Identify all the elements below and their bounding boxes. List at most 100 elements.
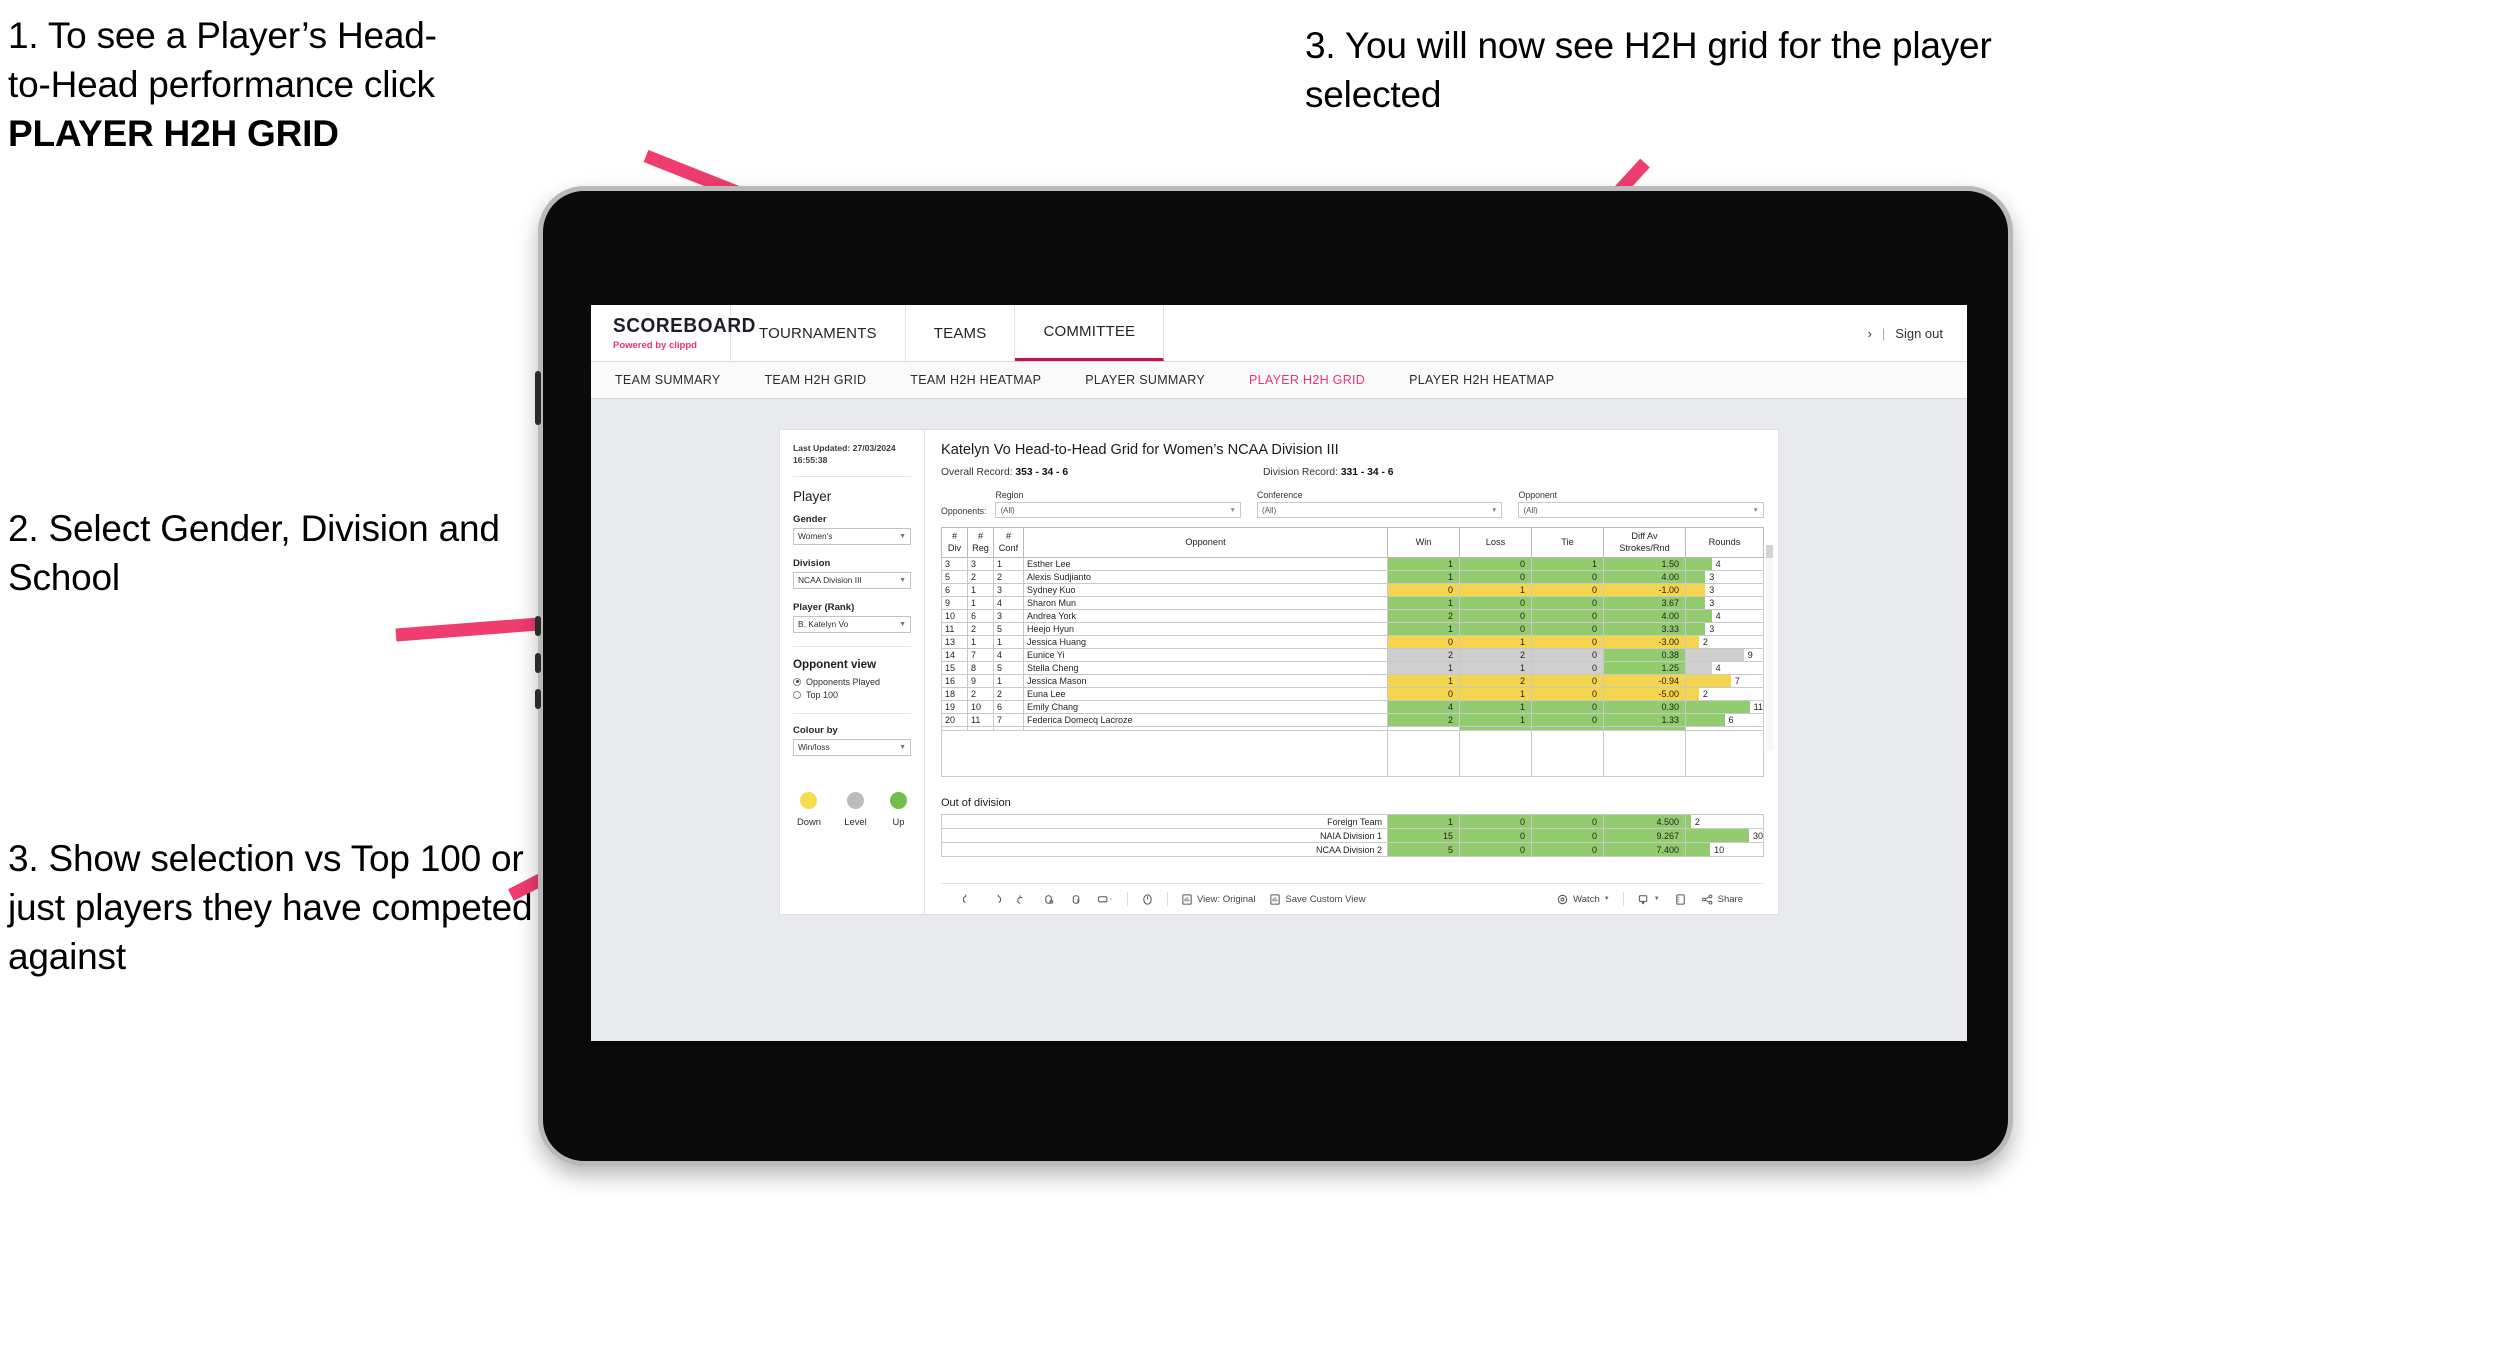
logo-brand-clippd: clippd [668, 340, 697, 351]
subnav-item-player-summary[interactable]: PLAYER SUMMARY [1085, 373, 1205, 387]
rounds-bar: 10 [1686, 843, 1763, 856]
out-of-division-body: Foreign Team 1 0 0 4.500 2 NAIA Division 1 15 0 0… [941, 814, 1764, 857]
cell-reg: 2 [967, 570, 994, 584]
table-row[interactable]: 20 11 7 Federica Domecq Lacroze 2 1 0 1.33 6 [941, 713, 1764, 727]
blank-diff [1603, 730, 1686, 777]
app-logo[interactable]: SCOREBOARD Powered by clippd [591, 305, 755, 361]
revert-icon[interactable] [1009, 893, 1036, 906]
watch-button[interactable]: Watch ▼ [1549, 893, 1617, 906]
column-header-diff-av-strokes-rnd[interactable]: Diff Av Strokes/Rnd [1603, 527, 1686, 558]
cell-div: 9 [941, 596, 968, 610]
save-custom-view-button[interactable]: Save Custom View [1262, 893, 1372, 906]
radio-opponents-played[interactable]: Opponents Played [793, 677, 911, 687]
cell-loss: 0 [1459, 814, 1532, 829]
cell-diff: 4.500 [1603, 814, 1686, 829]
cell-reg: 1 [967, 583, 994, 597]
column-header-conf[interactable]: # Conf [993, 527, 1024, 558]
table-row[interactable]: 19 10 6 Emily Chang 4 1 0 0.30 11 [941, 700, 1764, 714]
annotation-step-3: 3. Show selection vs Top 100 or just pla… [8, 838, 533, 977]
table-row[interactable]: 16 9 1 Jessica Mason 1 2 0 -0.94 7 [941, 674, 1764, 688]
out-of-division-title: Out of division [941, 797, 1011, 809]
subnav-item-team-h2h-heatmap[interactable]: TEAM H2H HEATMAP [910, 373, 1041, 387]
cell-loss: 0 [1459, 570, 1532, 584]
column-header-tie[interactable]: Tie [1531, 527, 1604, 558]
filter-select[interactable]: Women's ▼ [793, 527, 911, 545]
cell-conf: 1 [993, 674, 1024, 688]
opponent-filter-select[interactable]: (All) ▼ [1256, 502, 1503, 518]
column-header-div[interactable]: # Div [941, 527, 968, 558]
out-of-division-row[interactable]: Foreign Team 1 0 0 4.500 2 [941, 814, 1764, 829]
rounds-bar: 2 [1686, 815, 1763, 828]
radio-top-100[interactable]: Top 100 [793, 690, 911, 700]
device-layout-icon[interactable] [1090, 893, 1121, 906]
account-chevron-icon[interactable]: › [1868, 326, 1872, 341]
sign-out-link[interactable]: Sign out [1895, 326, 1943, 341]
pause-icon[interactable] [1063, 893, 1090, 906]
opponent-filter-select[interactable]: (All) ▼ [1518, 502, 1764, 518]
chevron-down-icon: ▼ [1603, 896, 1610, 902]
out-of-division-row[interactable]: NCAA Division 2 5 0 0 7.400 10 [941, 842, 1764, 857]
table-row[interactable]: 5 2 2 Alexis Sudjianto 1 0 0 4.00 3 [941, 570, 1764, 584]
radio-label: Opponents Played [806, 676, 881, 687]
h2h-table-wrapper: # Div # Reg # Conf Opponent Win Loss Tie Diff Av St… [941, 527, 1773, 777]
column-header-opponent[interactable]: Opponent [1023, 527, 1388, 558]
filter-select[interactable]: B. Katelyn Vo ▼ [793, 615, 911, 633]
table-row[interactable]: 6 1 3 Sydney Kuo 0 1 0 -1.00 3 [941, 583, 1764, 597]
subnav-item-player-h2h-grid[interactable]: PLAYER H2H GRID [1249, 373, 1365, 387]
table-row[interactable]: 14 7 4 Eunice Yi 2 2 0 0.38 9 [941, 648, 1764, 662]
cell-div: 13 [941, 635, 968, 649]
annotation-1-line-2: to-Head performance click [8, 63, 435, 105]
share-button[interactable]: Share [1694, 893, 1750, 906]
table-row[interactable]: 18 2 2 Euna Lee 0 1 0 -5.00 2 [941, 687, 1764, 701]
filter-select[interactable]: NCAA Division III ▼ [793, 571, 911, 589]
column-header-loss[interactable]: Loss [1459, 527, 1532, 558]
cell-rounds: 9 [1685, 648, 1764, 662]
fullscreen-button[interactable] [1667, 893, 1694, 906]
subnav-item-team-h2h-grid[interactable]: TEAM H2H GRID [764, 373, 866, 387]
radio-indicator[interactable] [793, 677, 801, 686]
refresh-icon[interactable] [1036, 893, 1063, 906]
out-of-division-row[interactable]: NAIA Division 1 15 0 0 9.267 30 [941, 828, 1764, 843]
nav-item-committee[interactable]: COMMITTEE [1015, 305, 1165, 361]
rounds-value: 4 [1715, 611, 1721, 621]
cell-win: 0 [1387, 635, 1460, 649]
annotation-1-line-1: 1. To see a Player’s Head- [8, 15, 437, 56]
subnav-item-team-summary[interactable]: TEAM SUMMARY [615, 373, 720, 387]
cell-diff: 0.30 [1603, 700, 1686, 714]
table-row[interactable]: 9 1 4 Sharon Mun 1 0 0 3.67 3 [941, 596, 1764, 610]
table-row[interactable]: 11 2 5 Heejo Hyun 1 0 0 3.33 3 [941, 622, 1764, 636]
column-header-win[interactable]: Win [1387, 527, 1460, 558]
table-row[interactable]: 13 1 1 Jessica Huang 0 1 0 -3.00 2 [941, 635, 1764, 649]
cell-win: 1 [1387, 661, 1460, 675]
opponent-filter-value: (All) [1261, 505, 1277, 515]
h2h-grid-main: Katelyn Vo Head-to-Head Grid for Women’s… [925, 430, 1778, 914]
table-vertical-scrollbar[interactable] [1766, 545, 1773, 751]
table-row[interactable]: 3 3 1 Esther Lee 1 0 1 1.50 4 [941, 557, 1764, 571]
table-row[interactable]: 15 8 5 Stella Cheng 1 1 0 1.25 4 [941, 661, 1764, 675]
nav-item-teams[interactable]: TEAMS [906, 305, 1016, 361]
column-header-rounds[interactable]: Rounds [1685, 527, 1764, 558]
cell-win: 0 [1387, 583, 1460, 597]
subnav-item-player-h2h-heatmap[interactable]: PLAYER H2H HEATMAP [1409, 373, 1554, 387]
rounds-value: 10 [1714, 844, 1725, 855]
opponent-filter-row: Opponents: Region (All) ▼ Conference (All) ▼ O… [941, 490, 1764, 518]
undo-icon[interactable] [955, 893, 982, 906]
opponent-filter-label: Opponent [1518, 490, 1558, 500]
download-button[interactable]: ▼ [1630, 893, 1667, 906]
rounds-bar: 3 [1686, 597, 1763, 609]
cell-reg: 11 [967, 713, 994, 727]
cell-win: 5 [1387, 842, 1460, 857]
h2h-table: # Div # Reg # Conf Opponent Win Loss Tie Diff Av St… [941, 527, 1764, 777]
table-row[interactable]: 10 6 3 Andrea York 2 0 0 4.00 4 [941, 609, 1764, 623]
radio-indicator[interactable] [793, 690, 801, 699]
pause-auto-update-icon[interactable] [1134, 893, 1161, 906]
h2h-table-body: 3 3 1 Esther Lee 1 0 1 1.50 4 5 2 2 Alexis Sudjianto… [941, 557, 1764, 777]
colour-by-select[interactable]: Win/loss ▼ [793, 738, 911, 756]
column-header-reg[interactable]: # Reg [967, 527, 994, 558]
opponent-filter-select[interactable]: (All) ▼ [995, 502, 1241, 518]
redo-icon[interactable] [982, 893, 1009, 906]
nav-item-tournaments[interactable]: TOURNAMENTS [731, 305, 906, 361]
view-original-button[interactable]: View: Original [1174, 893, 1262, 906]
cell-win: 4 [1387, 700, 1460, 714]
scrollbar-thumb[interactable] [1766, 545, 1773, 558]
